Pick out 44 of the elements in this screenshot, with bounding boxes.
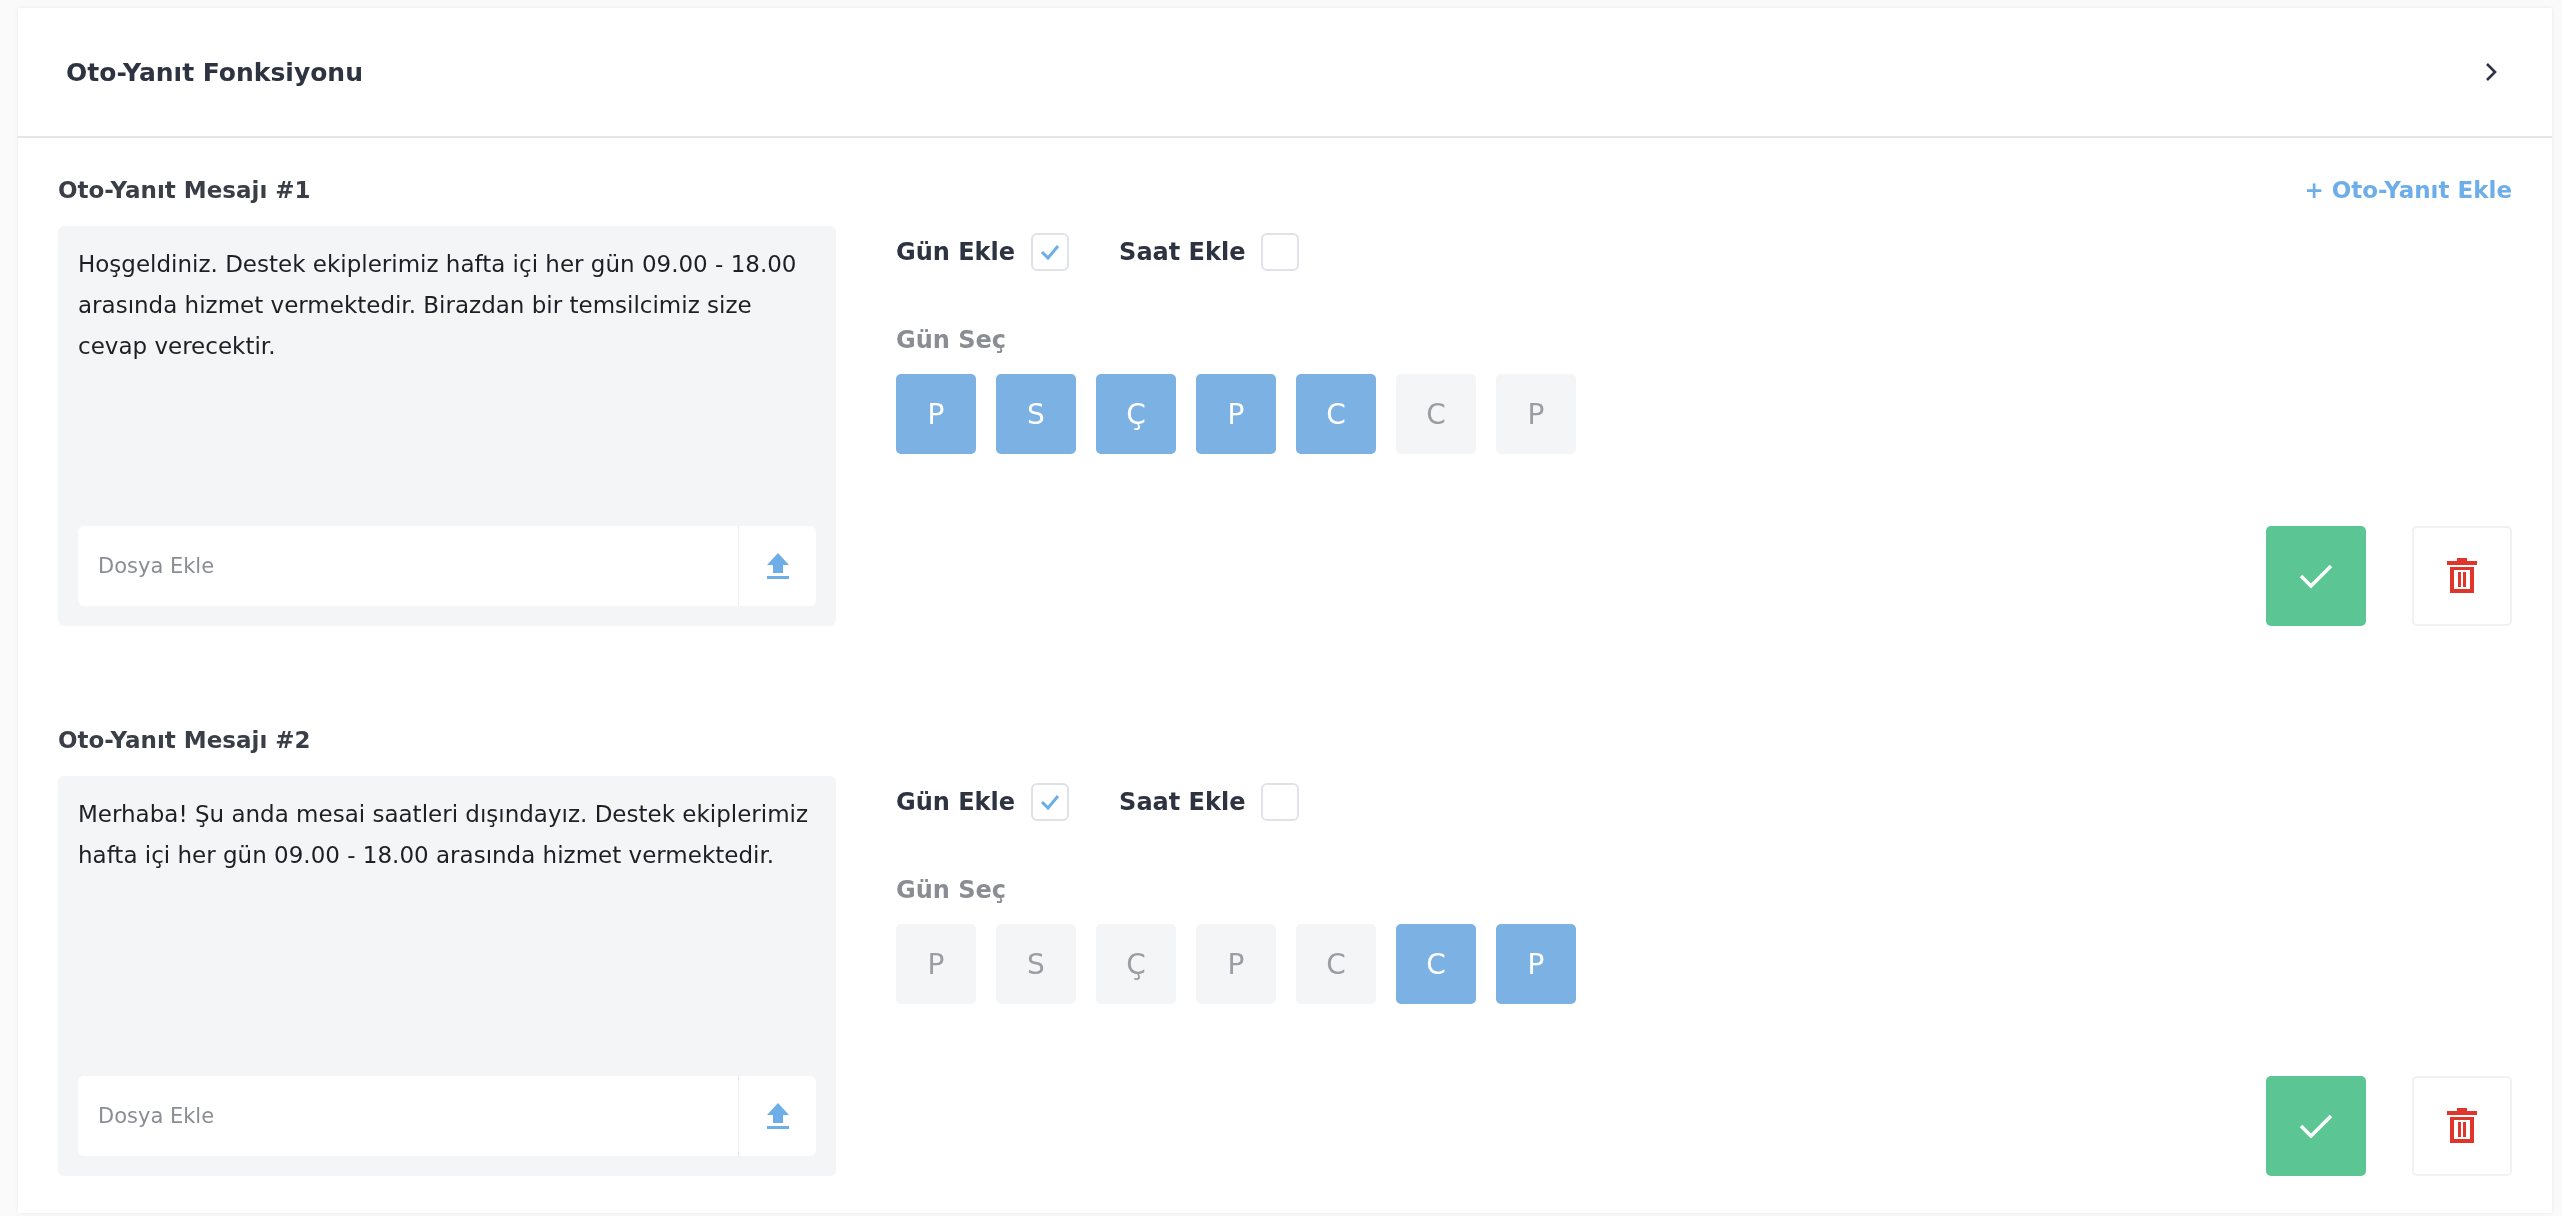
day-toggle[interactable]: P (1196, 374, 1276, 454)
day-toggle[interactable]: C (1396, 374, 1476, 454)
day-select-label: Gün Seç (896, 326, 1007, 356)
upload-icon (764, 551, 791, 581)
day-toggle[interactable]: S (996, 924, 1076, 1004)
trash-icon (2445, 556, 2479, 596)
checkbox-label: Gün Ekle (896, 788, 1016, 816)
day-toggle[interactable]: C (1296, 924, 1376, 1004)
panel-header[interactable]: Oto-Yanıt Fonksiyonu (18, 8, 2552, 138)
day-toggle[interactable]: P (896, 374, 976, 454)
time-checkbox[interactable] (1261, 233, 1300, 271)
checkbox-label: Saat Ekle (1119, 238, 1246, 266)
file-field[interactable]: Dosya Ekle (78, 526, 738, 606)
day-toggle[interactable]: C (1396, 924, 1476, 1004)
day-toggle[interactable]: Ç (1096, 924, 1176, 1004)
upload-button[interactable] (738, 1076, 816, 1156)
chevron-right-icon (2484, 61, 2498, 83)
delete-button[interactable] (2412, 526, 2512, 626)
message-label: Oto-Yanıt Mesajı #2 (58, 727, 311, 753)
day-toggle[interactable]: P (896, 924, 976, 1004)
day-checkbox[interactable] (1031, 783, 1070, 821)
upload-button[interactable] (738, 526, 816, 606)
panel-title: Oto-Yanıt Fonksiyonu (66, 57, 363, 87)
day-toggle[interactable]: P (1196, 924, 1276, 1004)
day-select-label: Gün Seç (896, 876, 1007, 906)
upload-icon (764, 1101, 791, 1131)
checkmark-icon (2298, 1112, 2334, 1140)
message-field[interactable]: Merhaba! Şu anda mesai saatleri dışındayız. Destek ekiplerimiz hafta içi her gün 09.00 - 18.00 arasında hizmet vermektedir. (78, 794, 816, 876)
checkbox-label: Saat Ekle (1119, 788, 1246, 816)
day-toggle[interactable]: Ç (1096, 374, 1176, 454)
file-field[interactable]: Dosya Ekle (78, 1076, 738, 1156)
add-auto-reply-link[interactable]: + Oto-Yanıt Ekle (2304, 177, 2512, 203)
day-checkbox[interactable] (1031, 233, 1070, 271)
delete-button[interactable] (2412, 1076, 2512, 1176)
day-toggle[interactable]: P (1496, 374, 1576, 454)
day-toggle[interactable]: P (1496, 924, 1576, 1004)
day-toggle[interactable]: C (1296, 374, 1376, 454)
checkbox-label: Gün Ekle (896, 238, 1016, 266)
checkmark-icon (2298, 562, 2334, 590)
message-label: Oto-Yanıt Mesajı #1 (58, 177, 311, 203)
time-checkbox[interactable] (1261, 783, 1300, 821)
day-toggle[interactable]: S (996, 374, 1076, 454)
trash-icon (2445, 1106, 2479, 1146)
message-field[interactable]: Hoşgeldiniz. Destek ekiplerimiz hafta içi her gün 09.00 - 18.00 arasında hizmet vermektedir. Birazdan bir temsilcimiz size cevap verecektir. (78, 244, 816, 367)
